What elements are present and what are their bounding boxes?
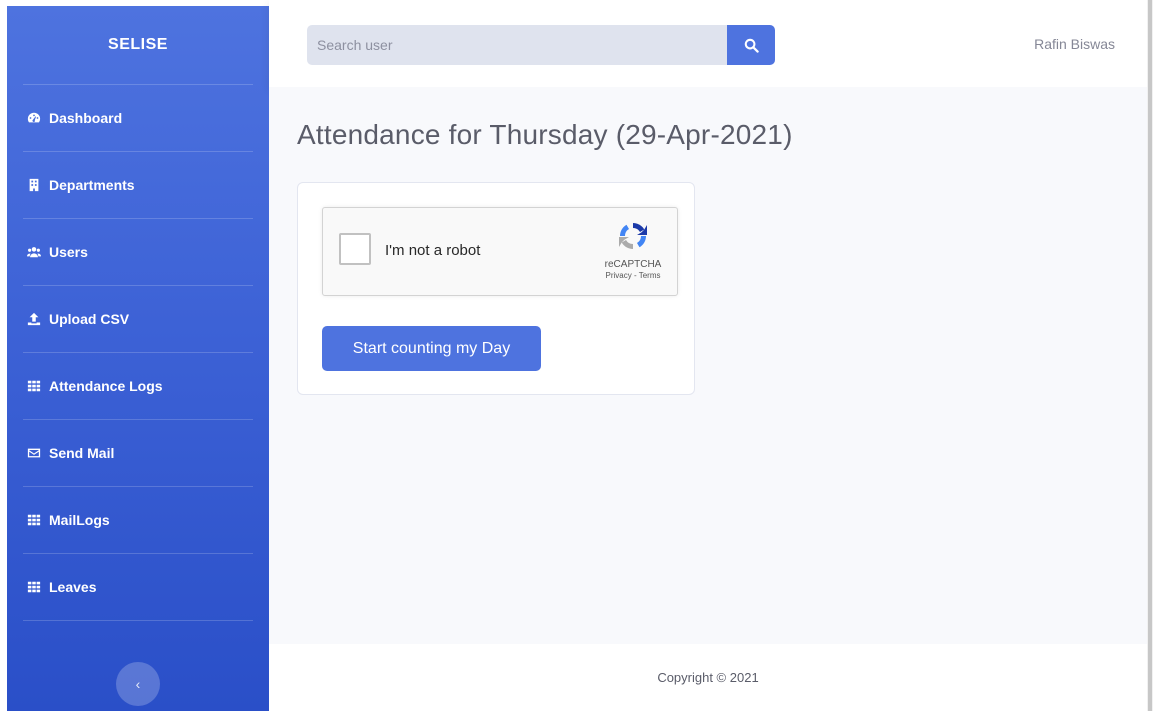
- page-title: Attendance for Thursday (29-Apr-2021): [297, 119, 793, 150]
- grid-icon: [27, 580, 41, 594]
- search-group: [307, 25, 775, 65]
- sidebar-item-maillogs[interactable]: MailLogs: [7, 487, 269, 553]
- scrollbar-thumb[interactable]: [1148, 0, 1152, 711]
- search-input[interactable]: [307, 25, 727, 65]
- recaptcha-label: I'm not a robot: [385, 242, 481, 259]
- sidebar-item-upload-csv[interactable]: Upload CSV: [7, 286, 269, 352]
- sidebar-item-label: Attendance Logs: [49, 378, 163, 394]
- sidebar-divider: [23, 620, 253, 621]
- sidebar-item-label: Departments: [49, 177, 135, 193]
- recaptcha-icon: [619, 222, 647, 250]
- window-edge: [0, 0, 7, 711]
- sidebar-item-users[interactable]: Users: [7, 219, 269, 285]
- recaptcha-brand: reCAPTCHA: [604, 259, 662, 270]
- sidebar-item-label: Send Mail: [49, 445, 115, 461]
- search-icon: [744, 38, 759, 53]
- sidebar: SELISE Dashboard Departments Users Uploa…: [7, 6, 269, 711]
- envelope-icon: [27, 446, 41, 460]
- main-content: Attendance for Thursday (29-Apr-2021) I'…: [269, 87, 1147, 644]
- footer: Copyright © 2021: [269, 644, 1147, 711]
- recaptcha-widget: I'm not a robot reCAPTCHA Privacy - Term…: [322, 207, 678, 296]
- user-menu[interactable]: Rafin Biswas: [1034, 36, 1115, 52]
- sidebar-item-attendance-logs[interactable]: Attendance Logs: [7, 353, 269, 419]
- users-icon: [27, 245, 41, 259]
- brand-logo[interactable]: SELISE: [7, 6, 269, 84]
- recaptcha-terms-link[interactable]: Privacy - Terms: [603, 271, 663, 280]
- sidebar-item-departments[interactable]: Departments: [7, 152, 269, 218]
- upload-icon: [27, 312, 41, 326]
- grid-icon: [27, 379, 41, 393]
- sidebar-item-label: MailLogs: [49, 512, 110, 528]
- sidebar-item-dashboard[interactable]: Dashboard: [7, 85, 269, 151]
- sidebar-item-send-mail[interactable]: Send Mail: [7, 420, 269, 486]
- sidebar-item-leaves[interactable]: Leaves: [7, 554, 269, 620]
- sidebar-item-label: Users: [49, 244, 88, 260]
- start-day-button[interactable]: Start counting my Day: [322, 326, 541, 371]
- topbar: Rafin Biswas: [269, 0, 1147, 87]
- recaptcha-checkbox[interactable]: [339, 233, 371, 265]
- copyright-text: Copyright © 2021: [657, 670, 759, 685]
- sidebar-item-label: Leaves: [49, 579, 97, 595]
- building-icon: [27, 178, 41, 192]
- recaptcha-logo: reCAPTCHA Privacy - Terms: [603, 220, 663, 280]
- grid-icon: [27, 513, 41, 527]
- chevron-left-icon: ‹: [135, 676, 141, 692]
- search-button[interactable]: [727, 25, 775, 65]
- dashboard-icon: [27, 111, 41, 125]
- attendance-card: I'm not a robot reCAPTCHA Privacy - Term…: [297, 182, 695, 395]
- sidebar-item-label: Dashboard: [49, 110, 123, 126]
- sidebar-toggle-button[interactable]: ‹: [116, 662, 160, 706]
- sidebar-item-label: Upload CSV: [49, 311, 130, 327]
